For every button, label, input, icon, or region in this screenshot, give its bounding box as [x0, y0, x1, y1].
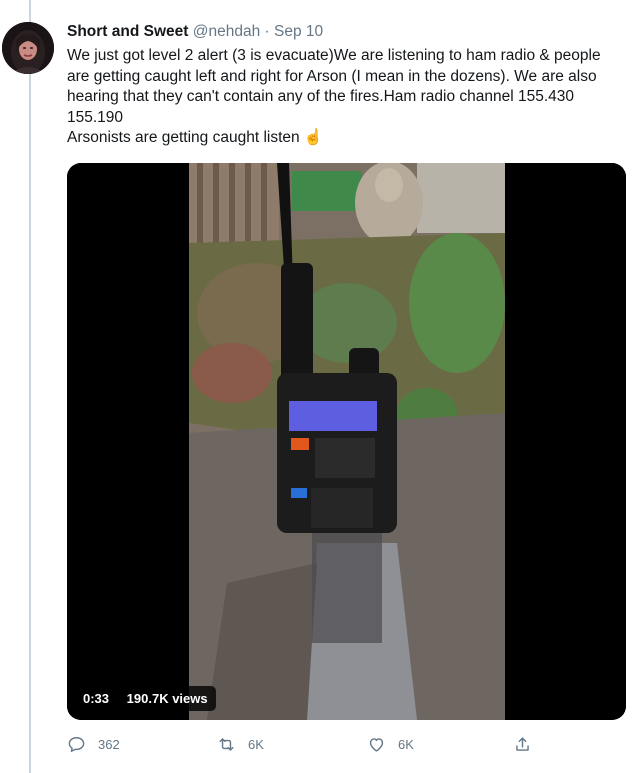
tweet-actions: 362 6K 6K — [67, 733, 547, 755]
heart-icon — [369, 737, 384, 752]
share-icon — [516, 736, 529, 751]
retweet-icon — [219, 737, 234, 751]
user-handle[interactable]: @nehdah — [193, 23, 260, 40]
video-scene — [189, 163, 505, 720]
tweet-header: Short and Sweet @nehdah · Sep 10 — [67, 22, 629, 42]
avatar-image — [2, 22, 54, 74]
tweet-text-line: Arsonists are getting caught listen ☝️ — [67, 129, 324, 146]
like-button[interactable]: 6K — [367, 733, 414, 755]
share-button[interactable] — [513, 733, 532, 755]
retweet-button[interactable]: 6K — [217, 733, 264, 755]
reply-count: 362 — [98, 736, 120, 752]
tweet-date[interactable]: Sep 10 — [274, 23, 323, 40]
reply-button[interactable]: 362 — [67, 733, 120, 755]
avatar[interactable] — [2, 22, 54, 74]
thread-connector-line — [29, 0, 31, 773]
video-player[interactable]: 0:33 190.7K views — [67, 163, 626, 720]
video-duration: 0:33 — [83, 691, 110, 706]
display-name[interactable]: Short and Sweet — [67, 23, 188, 40]
reply-icon — [68, 736, 85, 752]
video-duration-views-badge: 0:33 190.7K views — [75, 686, 216, 711]
video-frame — [67, 163, 626, 720]
tweet-body: Short and Sweet @nehdah · Sep 10 We just… — [67, 22, 629, 149]
video-views: 190.7K views — [126, 691, 208, 706]
retweet-count: 6K — [248, 736, 264, 752]
like-count: 6K — [398, 736, 414, 752]
separator-dot: · — [264, 23, 270, 40]
tweet-text-line: We just got level 2 alert (3 is evacuate… — [67, 47, 601, 126]
tweet-text: We just got level 2 alert (3 is evacuate… — [67, 46, 627, 149]
